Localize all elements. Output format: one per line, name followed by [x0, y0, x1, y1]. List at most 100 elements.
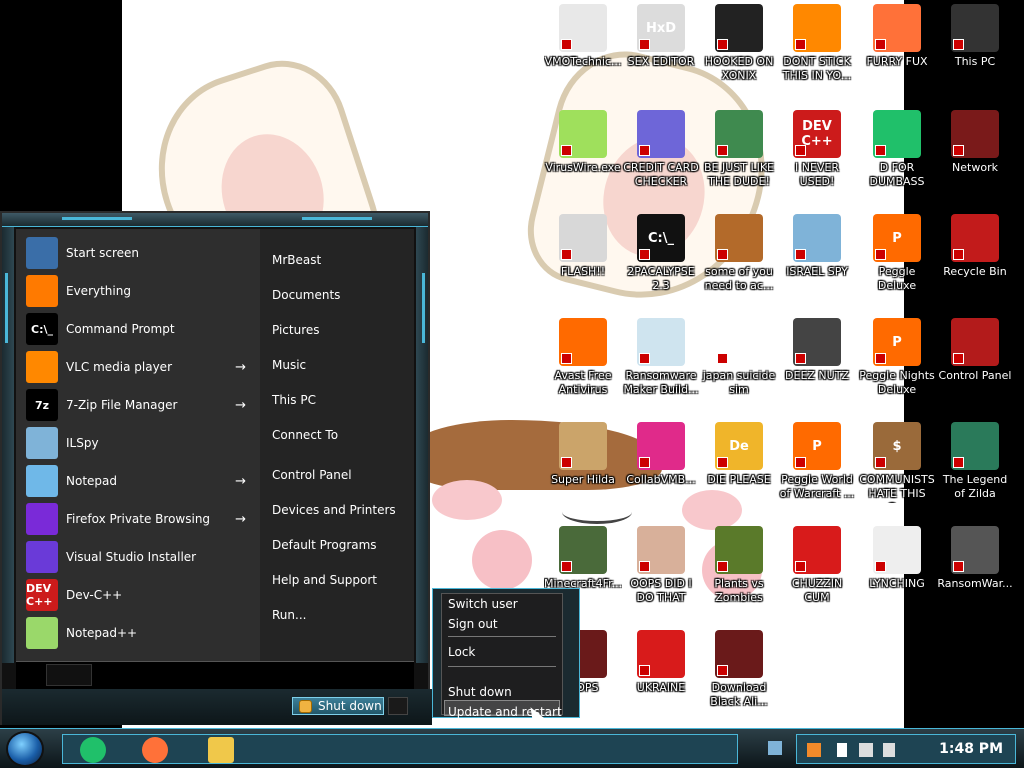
- desktop-icon[interactable]: Plants vs Zombies: [700, 526, 778, 605]
- desktop-icon[interactable]: japan suicide sim: [700, 318, 778, 397]
- desktop-icon[interactable]: DONT STICK THIS IN YO...: [778, 4, 856, 83]
- shut-down-button[interactable]: Shut down: [292, 697, 384, 715]
- program-item[interactable]: VLC media player →: [26, 349, 256, 385]
- desktop-icon[interactable]: Recycle Bin: [936, 214, 1014, 279]
- desktop-icon-label: Ransomware Maker Build...: [623, 369, 699, 396]
- program-item[interactable]: 7z 7-Zip File Manager →: [26, 387, 256, 423]
- desktop-icon[interactable]: UKRAINE: [622, 630, 700, 695]
- firefox-icon[interactable]: [135, 736, 175, 764]
- desktop-icon[interactable]: FURRY FUX: [858, 4, 936, 69]
- program-item[interactable]: DEV C++ Dev-C++: [26, 577, 256, 613]
- desktop-icon[interactable]: some of you need to ac...: [700, 214, 778, 293]
- desktop-icon[interactable]: RansomWar...: [936, 526, 1014, 591]
- shortcut-arrow-icon: [561, 561, 572, 572]
- desktop-icon[interactable]: Super Hilda: [544, 422, 622, 487]
- shortcut-arrow-icon: [639, 561, 650, 572]
- tray-app-icon[interactable]: [807, 743, 821, 757]
- shortcut-arrow-icon: [561, 353, 572, 364]
- shut-down-item[interactable]: Shut down: [448, 685, 512, 699]
- desktop-icon[interactable]: Download Black Ali...: [700, 630, 778, 709]
- place-item[interactable]: Pictures: [272, 323, 320, 337]
- shortcut-arrow-icon: [639, 457, 650, 468]
- desktop-icon[interactable]: C:\_ 2PACALYPSE 2.3: [622, 214, 700, 293]
- d-for-dumbass-icon[interactable]: [73, 736, 113, 764]
- desktop-icon[interactable]: D FOR DUMBASS: [858, 110, 936, 189]
- place-item[interactable]: Default Programs: [272, 538, 377, 552]
- place-item[interactable]: Documents: [272, 288, 340, 302]
- submenu-arrow-icon[interactable]: →: [235, 512, 246, 527]
- program-label: Visual Studio Installer: [66, 550, 197, 564]
- desktop-icon[interactable]: BE JUST LIKE THE DUDE!: [700, 110, 778, 189]
- desktop-icon[interactable]: This PC: [936, 4, 1014, 69]
- program-item[interactable]: Everything: [26, 273, 256, 309]
- program-item[interactable]: Notepad++: [26, 615, 256, 651]
- app-icon: P: [873, 318, 921, 366]
- search-bar[interactable]: [16, 661, 414, 689]
- app-icon: [715, 214, 763, 262]
- app-icon: [637, 318, 685, 366]
- place-item[interactable]: Connect To: [272, 428, 338, 442]
- desktop-icon[interactable]: De DIE PLEASE: [700, 422, 778, 487]
- program-item[interactable]: C:\_ Command Prompt: [26, 311, 256, 347]
- desktop-icon[interactable]: CHUZZIN CUM: [778, 526, 856, 605]
- shut-down-options-button[interactable]: [388, 697, 408, 715]
- app-icon: HxD: [637, 4, 685, 52]
- desktop-icon[interactable]: $ COMMUNISTS HATE THIS G...: [858, 422, 936, 503]
- start-button[interactable]: [6, 731, 44, 767]
- place-item[interactable]: This PC: [272, 393, 316, 407]
- desktop-icon[interactable]: CREDIT CARD CHECKER: [622, 110, 700, 189]
- desktop-icon[interactable]: DEV C++ I NEVER USED!: [778, 110, 856, 189]
- show-desktop-icon[interactable]: [768, 741, 782, 755]
- program-item[interactable]: Start screen: [26, 235, 256, 271]
- lock-item[interactable]: Lock: [448, 645, 475, 659]
- place-item[interactable]: Help and Support: [272, 573, 377, 587]
- sign-out-item[interactable]: Sign out: [448, 617, 498, 631]
- desktop-icon[interactable]: P Peggle Nights Deluxe: [858, 318, 936, 397]
- desktop-icon-label: CHUZZIN CUM: [791, 577, 843, 604]
- submenu-arrow-icon[interactable]: →: [235, 474, 246, 489]
- desktop-icon[interactable]: HOOKED ON XONIX: [700, 4, 778, 83]
- desktop-icon[interactable]: FLASH!!: [544, 214, 622, 279]
- desktop-icon[interactable]: Ransomware Maker Build...: [622, 318, 700, 397]
- desktop-icon[interactable]: P Peggle World of Warcraft ...: [778, 422, 856, 501]
- place-item[interactable]: Control Panel: [272, 468, 352, 482]
- shortcut-arrow-icon: [875, 353, 886, 364]
- program-item[interactable]: ILSpy: [26, 425, 256, 461]
- clock[interactable]: 1:48 PM: [939, 741, 1003, 757]
- place-item[interactable]: MrBeast: [272, 253, 321, 267]
- desktop-icon[interactable]: OOPS DID I DO THAT: [622, 526, 700, 605]
- desktop-icon[interactable]: The Legend of Zilda: [936, 422, 1014, 501]
- app-icon: [951, 110, 999, 158]
- program-item[interactable]: Firefox Private Browsing →: [26, 501, 256, 537]
- network-icon[interactable]: [859, 743, 873, 757]
- place-item[interactable]: Devices and Printers: [272, 503, 396, 517]
- submenu-arrow-icon[interactable]: →: [235, 398, 246, 413]
- desktop-icon[interactable]: ISRAEL SPY: [778, 214, 856, 279]
- place-item[interactable]: Run...: [272, 608, 306, 622]
- program-item[interactable]: Visual Studio Installer: [26, 539, 256, 575]
- volume-icon[interactable]: [883, 743, 895, 757]
- desktop-icon[interactable]: Network: [936, 110, 1014, 175]
- desktop-icon[interactable]: Avast Free Antivirus: [544, 318, 622, 397]
- everything-search-icon: [26, 275, 58, 307]
- desktop-icon[interactable]: VirusWire.exe: [544, 110, 622, 175]
- desktop-icon[interactable]: P Peggle Deluxe: [858, 214, 936, 293]
- desktop-icon-label: COMMUNISTS HATE THIS G...: [859, 473, 935, 503]
- desktop-icon[interactable]: LYNCHING: [858, 526, 936, 591]
- desktop-icon[interactable]: VMOTechnic...: [544, 4, 622, 69]
- submenu-arrow-icon[interactable]: →: [235, 360, 246, 375]
- switch-user-item[interactable]: Switch user: [448, 597, 518, 611]
- search-input[interactable]: [46, 664, 92, 686]
- desktop-icon[interactable]: DEEZ NUTZ: [778, 318, 856, 383]
- flag-icon[interactable]: [837, 743, 847, 757]
- desktop-icon[interactable]: CollabVMB...: [622, 422, 700, 487]
- start-screen-icon: [26, 237, 58, 269]
- file-explorer-icon[interactable]: [201, 736, 241, 764]
- app-icon: [873, 526, 921, 574]
- program-item[interactable]: Notepad →: [26, 463, 256, 499]
- place-item[interactable]: Music: [272, 358, 306, 372]
- shortcut-arrow-icon: [953, 457, 964, 468]
- desktop-icon[interactable]: Minecraft4Fr...: [544, 526, 622, 591]
- desktop-icon[interactable]: Control Panel: [936, 318, 1014, 383]
- desktop-icon[interactable]: HxD SEX EDITOR: [622, 4, 700, 69]
